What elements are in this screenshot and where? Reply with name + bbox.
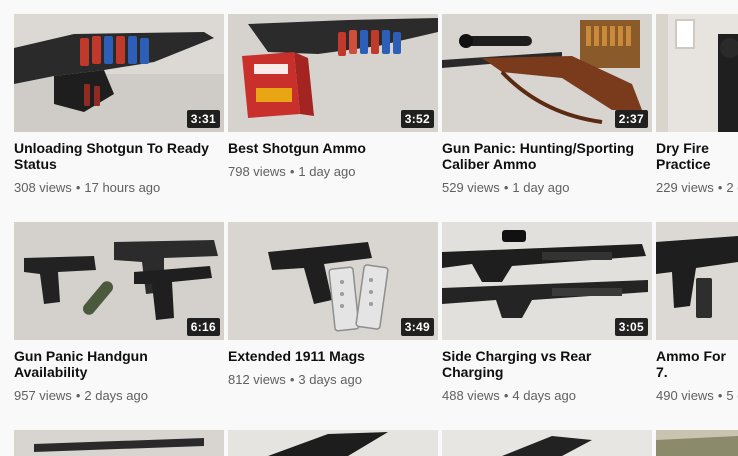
video-card[interactable] (228, 430, 438, 456)
video-meta: 229 views•2 days ago (656, 180, 738, 196)
video-thumbnail[interactable] (656, 430, 738, 456)
video-title[interactable]: Side Charging vs Rear Charging (442, 348, 652, 380)
video-title[interactable]: Ammo For 7. (656, 348, 738, 380)
video-card[interactable] (656, 430, 738, 456)
separator-dot: • (503, 180, 509, 195)
view-count: 957 views (14, 388, 72, 403)
upload-age: 17 hours ago (84, 180, 161, 195)
video-meta: 529 views • 1 day ago (442, 180, 652, 196)
video-duration: 3:52 (400, 110, 434, 128)
video-card[interactable]: Dry Fire Practice and Re-Holster 229 vie… (656, 14, 738, 196)
upload-age: 1 day ago (512, 180, 570, 195)
video-title[interactable]: Gun Panic Handgun Availability (14, 348, 224, 380)
video-card[interactable]: 2:37 Gun Panic: Hunting/Sporting Caliber… (442, 14, 652, 196)
rifle-partial-thumbnail (228, 430, 438, 456)
upload-age: 5 days ago (726, 388, 738, 403)
video-card[interactable]: 3:31 Unloading Shotgun To Ready Status 3… (14, 14, 224, 196)
separator-dot: • (717, 180, 723, 195)
upload-age: 3 days ago (298, 372, 362, 387)
video-duration: 3:05 (614, 318, 648, 336)
view-count: 229 views (656, 180, 714, 195)
video-grid: 3:31 Unloading Shotgun To Ready Status 3… (0, 0, 738, 456)
video-title[interactable]: Unloading Shotgun To Ready Status (14, 140, 224, 172)
video-thumbnail[interactable] (442, 430, 652, 456)
video-card[interactable]: 3:05 Side Charging vs Rear Charging 488 … (442, 222, 652, 404)
video-card[interactable]: 3:49 Extended 1911 Mags 812 views • 3 days… (228, 222, 438, 388)
separator-dot: • (289, 372, 295, 387)
view-count: 490 views (656, 388, 714, 403)
video-meta: 798 views • 1 day ago (228, 164, 438, 180)
video-thumbnail[interactable] (228, 430, 438, 456)
ar-pistol-thumbnail (656, 222, 738, 340)
view-count: 488 views (442, 388, 500, 403)
video-card[interactable]: 3:52 Best Shotgun Ammo 798 views • 1 day a… (228, 14, 438, 180)
upload-age: 4 days ago (512, 388, 576, 403)
person-room-thumbnail (656, 14, 738, 132)
separator-dot: • (503, 388, 509, 403)
view-count: 798 views (228, 164, 286, 179)
video-duration: 3:31 (186, 110, 220, 128)
upload-age: 2 days ago (726, 180, 738, 195)
rifle-partial-thumbnail (14, 430, 224, 456)
separator-dot: • (289, 164, 295, 179)
video-card[interactable]: 6:16 Gun Panic Handgun Availability 957 … (14, 222, 224, 404)
video-meta: 490 views•5 days ago (656, 388, 738, 404)
video-card[interactable]: Ammo For 7. 490 views•5 days ago (656, 222, 738, 404)
video-meta: 308 views • 17 hours ago (14, 180, 224, 196)
video-title[interactable]: Extended 1911 Mags (228, 348, 438, 364)
video-meta: 488 views • 4 days ago (442, 388, 652, 404)
video-thumbnail[interactable] (656, 222, 738, 340)
video-thumbnail[interactable]: 3:05 (442, 222, 652, 340)
video-title[interactable]: Dry Fire Practice and Re-Holster (656, 140, 738, 172)
video-meta: 957 views • 2 days ago (14, 388, 224, 404)
view-count: 529 views (442, 180, 500, 195)
video-thumbnail[interactable] (656, 14, 738, 132)
separator-dot: • (75, 388, 81, 403)
separator-dot: • (75, 180, 81, 195)
video-duration: 2:37 (614, 110, 648, 128)
rifle-partial-thumbnail (442, 430, 652, 456)
separator-dot: • (717, 388, 723, 403)
video-meta: 812 views • 3 days ago (228, 372, 438, 388)
video-card[interactable] (442, 430, 652, 456)
video-title[interactable]: Gun Panic: Hunting/Sporting Caliber Ammo (442, 140, 652, 172)
video-thumbnail[interactable]: 3:49 (228, 222, 438, 340)
video-card[interactable] (14, 430, 224, 456)
video-thumbnail[interactable]: 2:37 (442, 14, 652, 132)
upload-age: 2 days ago (84, 388, 148, 403)
video-thumbnail[interactable] (14, 430, 224, 456)
video-thumbnail[interactable]: 3:31 (14, 14, 224, 132)
video-thumbnail[interactable]: 3:52 (228, 14, 438, 132)
video-duration: 3:49 (400, 318, 434, 336)
video-title[interactable]: Best Shotgun Ammo (228, 140, 438, 156)
view-count: 812 views (228, 372, 286, 387)
video-duration: 6:16 (186, 318, 220, 336)
rifle-partial-thumbnail (656, 430, 738, 456)
view-count: 308 views (14, 180, 72, 195)
video-thumbnail[interactable]: 6:16 (14, 222, 224, 340)
upload-age: 1 day ago (298, 164, 356, 179)
